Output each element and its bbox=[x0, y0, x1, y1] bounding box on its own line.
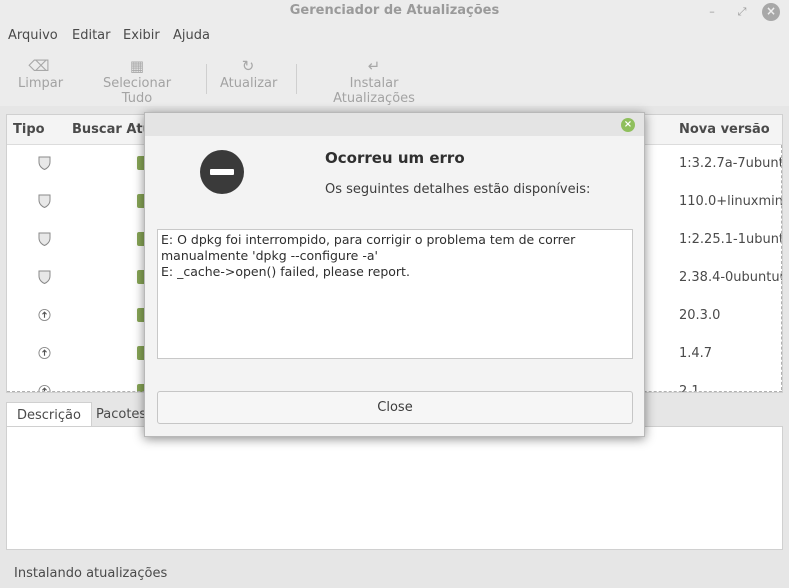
toolbar: ⌫ Limpar ▦ Selecionar Tudo ↻ Atualizar ↵… bbox=[0, 48, 789, 106]
security-shield-icon bbox=[38, 232, 51, 246]
toolbar-separator bbox=[206, 64, 207, 94]
select-all-button[interactable]: ▦ Selecionar Tudo bbox=[88, 56, 186, 106]
menu-arquivo[interactable]: Arquivo bbox=[8, 28, 58, 43]
tab-description[interactable]: Descrição bbox=[6, 402, 92, 428]
dialog-heading: Ocorreu um erro bbox=[325, 149, 465, 167]
column-type[interactable]: Tipo bbox=[13, 122, 45, 137]
row-version: 1:2.25.1-1ubuntu bbox=[679, 232, 783, 247]
toolbar-separator bbox=[296, 64, 297, 94]
error-line: E: _cache->open() failed, please report. bbox=[161, 264, 410, 279]
maximize-icon[interactable]: ⤢ bbox=[733, 3, 751, 21]
clear-button[interactable]: ⌫ Limpar bbox=[18, 56, 64, 91]
close-button[interactable]: Close bbox=[157, 391, 633, 424]
minimize-icon[interactable]: – bbox=[703, 3, 721, 21]
upgrade-arrow-icon bbox=[38, 346, 51, 360]
clear-label: Limpar bbox=[18, 76, 64, 91]
dialog-close-icon[interactable]: × bbox=[621, 118, 635, 132]
close-icon[interactable]: × bbox=[762, 3, 780, 21]
row-version: 1:3.2.7a-7ubuntu bbox=[679, 156, 783, 171]
dialog-subtitle: Os seguintes detalhes estão disponíveis: bbox=[325, 182, 591, 197]
security-shield-icon bbox=[38, 270, 51, 284]
row-version: 2.38.4-0ubuntu0. bbox=[679, 270, 783, 285]
menu-editar[interactable]: Editar bbox=[72, 28, 111, 43]
row-version: 1.4.7 bbox=[679, 346, 713, 361]
menu-bar: Arquivo Editar Exibir Ajuda bbox=[0, 24, 789, 48]
list-border bbox=[781, 145, 782, 392]
menu-exibir[interactable]: Exibir bbox=[123, 28, 160, 43]
description-panel bbox=[6, 426, 783, 550]
error-line: E: O dpkg foi interrompido, para corrigi… bbox=[161, 232, 576, 247]
upgrade-arrow-icon bbox=[38, 308, 51, 322]
install-icon: ↵ bbox=[367, 57, 381, 75]
install-button[interactable]: ↵ Instalar Atualizações bbox=[310, 56, 438, 106]
install-label: Instalar Atualizações bbox=[333, 76, 415, 106]
menu-ajuda[interactable]: Ajuda bbox=[173, 28, 210, 43]
security-shield-icon bbox=[38, 194, 51, 208]
column-new-version[interactable]: Nova versão bbox=[679, 122, 770, 137]
refresh-label: Atualizar bbox=[220, 76, 278, 91]
status-text: Instalando atualizações bbox=[14, 566, 168, 581]
error-icon bbox=[200, 150, 244, 194]
error-details-textview[interactable]: E: O dpkg foi interrompido, para corrigi… bbox=[157, 229, 633, 359]
select-all-label: Selecionar Tudo bbox=[102, 76, 172, 106]
clear-icon: ⌫ bbox=[28, 57, 50, 75]
error-dialog: × Ocorreu um erro Os seguintes detalhes … bbox=[144, 112, 645, 437]
title-bar: Gerenciador de Atualizações – ⤢ × bbox=[0, 0, 789, 24]
dialog-title-bar: × bbox=[145, 113, 644, 136]
window-title: Gerenciador de Atualizações bbox=[289, 3, 500, 18]
refresh-icon: ↻ bbox=[241, 57, 255, 75]
select-all-icon: ▦ bbox=[129, 57, 145, 75]
row-version: 110.0+linuxmint1 bbox=[679, 194, 783, 209]
row-version: 20.3.0 bbox=[679, 308, 721, 323]
refresh-button[interactable]: ↻ Atualizar bbox=[220, 56, 278, 91]
security-shield-icon bbox=[38, 156, 51, 170]
error-line: manualmente 'dpkg --configure -a' bbox=[161, 248, 378, 263]
